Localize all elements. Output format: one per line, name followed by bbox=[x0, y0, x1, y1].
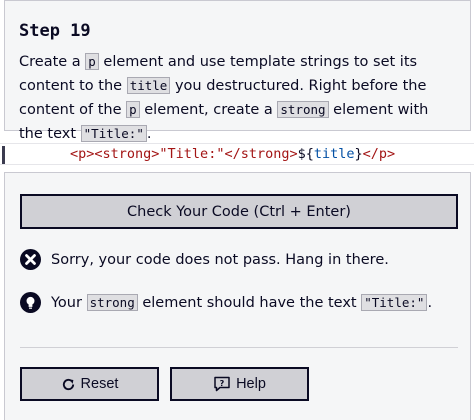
inline-code: p bbox=[126, 101, 140, 118]
step-title: Step 19 bbox=[19, 21, 91, 41]
code-token: "Title:" bbox=[159, 146, 225, 162]
code-token: ${ bbox=[297, 146, 314, 162]
reset-button[interactable]: Reset bbox=[20, 367, 159, 401]
help-icon: ? bbox=[214, 376, 230, 392]
code-token: </strong> bbox=[224, 146, 298, 162]
close-circle-icon bbox=[20, 249, 41, 270]
inline-code: title bbox=[126, 77, 171, 94]
test-panel: Check Your Code (Ctrl + Enter) Sorry, yo… bbox=[4, 172, 471, 420]
reset-label: Reset bbox=[80, 376, 119, 392]
hint-text: Your strong element should have the text… bbox=[51, 293, 433, 311]
step-instructions-panel: Step 19 Create a p element and use templ… bbox=[4, 0, 471, 142]
code-editor-line[interactable]: <p><strong>"Title:"</strong>${title}</p> bbox=[0, 143, 474, 165]
step-description: Create a p element and use template stri… bbox=[19, 50, 456, 146]
code-token: title bbox=[313, 146, 355, 162]
hint-text-part: Your bbox=[51, 294, 87, 311]
active-line-marker bbox=[2, 146, 5, 164]
inline-code: strong bbox=[86, 293, 138, 311]
code-line-content[interactable]: <p><strong>"Title:"</strong>${title}</p> bbox=[70, 146, 395, 162]
desc-text: Create a bbox=[19, 54, 86, 70]
help-label: Help bbox=[236, 376, 266, 392]
fail-text: Sorry, your code does not pass. Hang in … bbox=[51, 251, 389, 268]
desc-text: element, create a bbox=[139, 102, 278, 118]
inline-code: "Title:" bbox=[80, 125, 147, 142]
inline-code: strong bbox=[277, 101, 329, 118]
check-code-button[interactable]: Check Your Code (Ctrl + Enter) bbox=[20, 194, 458, 229]
svg-text:?: ? bbox=[220, 379, 225, 388]
hint-text-part: . bbox=[427, 294, 433, 311]
fail-message: Sorry, your code does not pass. Hang in … bbox=[20, 249, 389, 270]
lightbulb-icon bbox=[20, 292, 41, 313]
code-token: </p> bbox=[362, 146, 396, 162]
code-token: <p> bbox=[70, 146, 95, 162]
divider bbox=[20, 347, 458, 348]
inline-code: p bbox=[85, 53, 99, 70]
code-token: } bbox=[354, 146, 363, 162]
hint-text-part: element should have the text bbox=[137, 294, 362, 311]
desc-text: . bbox=[146, 126, 152, 142]
hint-message: Your strong element should have the text… bbox=[20, 292, 432, 313]
reset-icon bbox=[62, 378, 74, 390]
help-button[interactable]: ? Help bbox=[170, 367, 309, 401]
code-token: <strong> bbox=[94, 146, 160, 162]
inline-code: "Title:" bbox=[361, 293, 428, 311]
